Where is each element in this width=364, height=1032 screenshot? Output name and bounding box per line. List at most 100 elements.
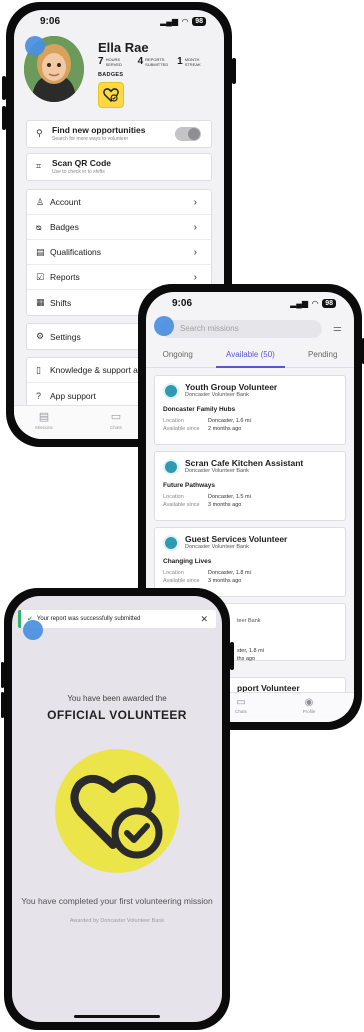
profile-header: Ella Rae 7 HOURS SERVED 4 REPORTS SUBMITTE… [24, 36, 214, 116]
mission-tabs: Ongoing Available (50) Pending [146, 346, 354, 368]
stat-reports: 4 REPORTS SUBMITTED [137, 56, 169, 67]
search-input[interactable]: Search missions [160, 320, 322, 338]
battery-icon: 98 [192, 16, 206, 26]
chat-icon: ▭ [236, 697, 246, 708]
stat-hours: 7 HOURS SERVED [98, 56, 122, 67]
opportunity-location: ster, 1.8 mi [237, 648, 264, 654]
person-icon: ♙ [36, 196, 45, 207]
qr-code-icon: ⌗ [36, 161, 42, 171]
find-opportunities-card[interactable]: ⚲ Find new opportunities Search for more… [26, 120, 212, 148]
badge-title: OFFICIAL VOLUNTEER [47, 708, 187, 722]
tab-ongoing[interactable]: Ongoing [163, 346, 193, 367]
menu-item-badges[interactable]: ᴓ Badges › [27, 215, 211, 240]
chevron-right-icon: › [193, 246, 197, 258]
volume-button [2, 76, 6, 100]
home-indicator [74, 1015, 160, 1018]
power-button [230, 642, 234, 670]
power-button [232, 58, 236, 84]
scan-title: Scan QR Code [52, 158, 112, 168]
find-title: Find new opportunities [52, 125, 146, 135]
opportunity-since: 2 months ago [208, 426, 242, 432]
tab-chats[interactable]: ▭ Chats [226, 697, 256, 714]
scan-subtitle: Use to check in to shifts [52, 169, 105, 175]
opportunity-card[interactable]: Scran Cafe Kitchen Assistant Doncaster V… [154, 451, 346, 521]
volume-button [1, 662, 4, 688]
help-icon: ? [36, 390, 42, 401]
opportunity-project: Future Pathways [163, 482, 216, 489]
opportunity-card[interactable]: Guest Services Volunteer Doncaster Volun… [154, 527, 346, 597]
opportunity-org: Doncaster Volunteer Bank [185, 468, 249, 474]
signal-icon: ▂▄▆ [290, 298, 309, 308]
heart-badge-icon [103, 88, 119, 103]
touch-indicator [25, 36, 45, 56]
opportunity-location: Doncaster, 1.8 mi [208, 570, 251, 576]
opportunity-since: 3 months ago [208, 502, 242, 508]
opportunity-project: Doncaster Family Hubs [163, 406, 236, 413]
badge-graphic [55, 749, 179, 873]
opportunity-title: Youth Group Volunteer [185, 382, 278, 392]
stat-streak: 1 MONTH STREAK [177, 56, 201, 67]
gear-icon: ⚙ [36, 331, 45, 341]
opportunity-project: Changing Lives [163, 558, 212, 565]
profile-name: Ella Rae [98, 40, 149, 55]
awarded-line: You have been awarded the [67, 694, 167, 703]
status-icons: ▂▄▆ ◠ 98 [290, 298, 336, 308]
opportunity-since: ths ago [237, 656, 256, 662]
profile-icon: ◉ [304, 697, 314, 708]
opportunity-location: Doncaster, 1.5 mi [208, 494, 251, 500]
tab-available[interactable]: Available (50) [216, 346, 285, 368]
completion-message: You have completed your first volunteeri… [21, 896, 213, 906]
menu-item-account[interactable]: ♙ Account › [27, 190, 211, 215]
org-logo-icon [163, 459, 179, 475]
tab-profile[interactable]: ◉ Profile [294, 697, 324, 714]
filter-icon[interactable]: ⚌ [333, 323, 342, 334]
signal-icon: ▂▄▆ [160, 16, 179, 26]
success-toast: ✔ Your report was successfully submitted… [18, 610, 216, 628]
heart-badge-icon [70, 775, 163, 859]
award-screen: ✔ Your report was successfully submitted… [12, 596, 222, 1022]
id-card-icon: ▤ [36, 246, 45, 257]
awarded-by: Awarded by Doncaster Volunteer Bank [69, 918, 165, 924]
org-logo-icon [163, 383, 179, 399]
org-logo-icon [163, 535, 179, 551]
opportunity-org: Doncaster Volunteer Bank [185, 392, 249, 398]
tab-pending[interactable]: Pending [308, 346, 337, 367]
scan-qr-card[interactable]: ⌗ Scan QR Code Use to check in to shifts [26, 153, 212, 181]
opportunity-card[interactable]: Youth Group Volunteer Doncaster Voluntee… [154, 375, 346, 445]
status-time: 9:06 [172, 297, 193, 309]
chevron-right-icon: › [193, 271, 197, 283]
opportunity-location: Doncaster, 1.6 mi [208, 418, 251, 424]
menu-item-qualifications[interactable]: ▤ Qualifications › [27, 240, 211, 265]
profile-stats: 7 HOURS SERVED 4 REPORTS SUBMITTED 1 MONTH … [98, 56, 207, 67]
find-toggle[interactable] [175, 127, 201, 141]
toast-message: Your report was successfully submitted [36, 616, 141, 622]
status-time: 9:06 [40, 15, 61, 27]
opportunity-org: Doncaster Volunteer Bank [185, 544, 249, 550]
volume-button [1, 692, 4, 718]
status-icons: ▂▄▆ ◠ 98 [160, 16, 206, 26]
calendar-icon: ▦ [36, 297, 45, 307]
missions-icon: ▤ [38, 411, 50, 423]
wifi-icon: ◠ [182, 16, 189, 26]
tab-missions[interactable]: ▤ Missions [24, 410, 64, 430]
phone-badge-award: ✔ Your report was successfully submitted… [1, 588, 234, 1030]
book-icon: ▯ [36, 364, 41, 375]
opportunity-since: 3 months ago [208, 578, 242, 584]
medal-icon: ᴓ [36, 222, 42, 232]
volume-button [2, 106, 6, 130]
opportunity-title: Guest Services Volunteer [185, 534, 288, 544]
clipboard-icon: ☑ [36, 271, 45, 282]
close-icon[interactable]: ✕ [200, 614, 208, 625]
search-icon: ⚲ [36, 128, 43, 138]
opportunity-org: teer Bank [237, 618, 261, 624]
badges-label: BADGES [98, 72, 124, 78]
badge-thumbnail[interactable] [98, 82, 124, 108]
chevron-right-icon: › [193, 221, 197, 233]
find-subtitle: Search for more ways to volunteer [52, 136, 129, 142]
touch-indicator [23, 620, 43, 640]
tab-chats[interactable]: ▭ Chats [96, 410, 136, 430]
status-bar: 9:06 ▂▄▆ ◠ 98 [146, 292, 354, 314]
chat-icon: ▭ [110, 411, 122, 423]
chevron-right-icon: › [193, 196, 197, 208]
battery-icon: 98 [322, 298, 336, 308]
